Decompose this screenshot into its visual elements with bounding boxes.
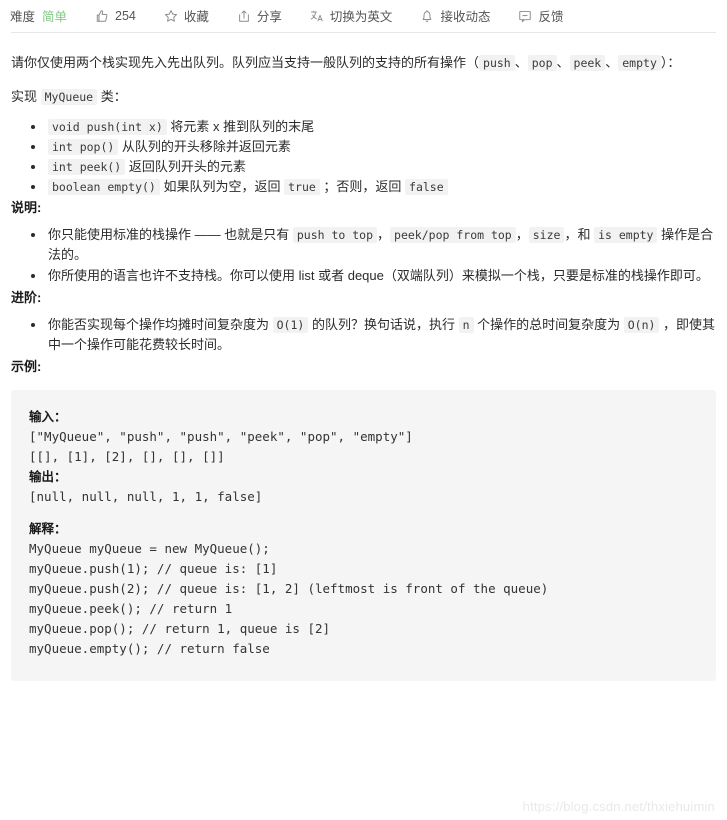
implement-paragraph: 实现 MyQueue 类：: [11, 74, 716, 108]
favorite-label: 收藏: [183, 10, 209, 24]
star-icon: [164, 9, 178, 23]
likes-count: 254: [115, 8, 136, 23]
list-item: 你只能使用标准的栈操作 —— 也就是只有 push to top，peek/po…: [46, 225, 716, 265]
example-heading: 示例:: [11, 359, 42, 374]
explain-line: myQueue.push(1); // queue is: [1]: [29, 561, 278, 576]
code-myqueue: MyQueue: [40, 89, 98, 105]
intro-paragraph: 请你仅使用两个栈实现先入先出队列。队列应当支持一般队列的支持的所有操作（ push…: [11, 33, 716, 74]
method-signature: void push(int x): [48, 119, 167, 135]
method-description-b: ；否则，返回: [319, 179, 406, 194]
list-item: int peek() 返回队列开头的元素: [46, 157, 716, 177]
note-text-a: 你只能使用标准的栈操作 —— 也就是只有: [48, 227, 293, 242]
intro-sep2: 、: [556, 55, 570, 70]
switch-language-button[interactable]: 切换为英文: [310, 6, 393, 25]
method-description-a: 如果队列为空，返回: [159, 179, 285, 194]
switch-language-label: 切换为英文: [329, 10, 393, 24]
code-is-empty: is empty: [594, 227, 658, 243]
method-description: 将元素 x 推到队列的末尾: [166, 119, 315, 134]
list-item: 你能否实现每个操作均摊时间复杂度为 O(1) 的队列？换句话说，执行 n 个操作…: [46, 315, 716, 355]
problem-description: 请你仅使用两个栈实现先入先出队列。队列应当支持一般队列的支持的所有操作（ push…: [0, 33, 727, 375]
intro-sep3: 、: [605, 55, 619, 70]
problem-toolbar: 难度 简单 254 收藏 分享 切换为英文 接收动态 反馈: [0, 0, 727, 28]
intro-sep1: 、: [514, 55, 528, 70]
input-label: 输入：: [29, 409, 67, 424]
share-button[interactable]: 分享: [237, 6, 282, 25]
example-code-block: 输入： ["MyQueue", "push", "push", "peek", …: [11, 390, 716, 681]
code-push-to-top: push to top: [292, 227, 378, 243]
list-item: boolean empty() 如果队列为空，返回 true ；否则，返回 fa…: [46, 177, 716, 197]
adv-text-b: 的队列？换句话说，执行: [308, 317, 459, 332]
method-signature: boolean empty(): [48, 179, 160, 195]
note-sep-b: ，: [515, 227, 529, 242]
input-line: ["MyQueue", "push", "push", "peek", "pop…: [29, 429, 413, 444]
code-n: n: [458, 317, 474, 333]
explain-label: 解释：: [29, 521, 67, 536]
implement-prefix: 实现: [11, 89, 41, 104]
code-peek: peek: [569, 55, 606, 71]
explain-line: myQueue.push(2); // queue is: [1, 2] (le…: [29, 581, 549, 596]
output-label: 输出：: [29, 469, 67, 484]
list-item: 你所使用的语言也许不支持栈。你可以使用 list 或者 deque（双端队列）来…: [46, 266, 716, 286]
method-list: void push(int x) 将元素 x 推到队列的末尾 int pop()…: [11, 117, 716, 197]
note-sep-a: ，: [377, 227, 391, 242]
code-on: O(n): [623, 317, 660, 333]
adv-text-a: 你能否实现每个操作均摊时间复杂度为: [48, 317, 273, 332]
code-pop: pop: [527, 55, 557, 71]
subscribe-button[interactable]: 接收动态: [420, 6, 490, 25]
implement-suffix: 类：: [97, 89, 127, 104]
advanced-list: 你能否实现每个操作均摊时间复杂度为 O(1) 的队列？换句话说，执行 n 个操作…: [11, 315, 716, 355]
notes-heading: 说明:: [11, 200, 42, 215]
feedback-icon: [518, 9, 532, 23]
code-size: size: [528, 227, 565, 243]
notes-list: 你只能使用标准的栈操作 —— 也就是只有 push to top，peek/po…: [11, 225, 716, 286]
explain-line: myQueue.pop(); // return 1, queue is [2]: [29, 621, 331, 636]
feedback-button[interactable]: 反馈: [518, 6, 563, 25]
code-peek-pop-from-top: peek/pop from top: [390, 227, 516, 243]
advanced-heading: 进阶:: [11, 290, 42, 305]
likes-button[interactable]: 254: [95, 9, 136, 23]
explain-line: myQueue.peek(); // return 1: [29, 601, 233, 616]
method-description: 从队列的开头移除并返回元素: [118, 139, 291, 154]
code-empty: empty: [618, 55, 661, 71]
output-line: [null, null, null, 1, 1, false]: [29, 489, 263, 504]
explain-line: myQueue.empty(); // return false: [29, 641, 270, 656]
list-item: void push(int x) 将元素 x 推到队列的末尾: [46, 117, 716, 137]
code-push: push: [479, 55, 515, 71]
intro-text-part2: ）：: [660, 55, 681, 70]
difficulty-group: 难度 简单: [10, 6, 67, 25]
code-true: true: [284, 179, 320, 195]
intro-text-part1: 请你仅使用两个栈实现先入先出队列。队列应当支持一般队列的支持的所有操作（: [11, 55, 480, 70]
share-icon: [237, 9, 251, 23]
method-signature: int pop(): [48, 139, 119, 155]
thumbs-up-icon: [95, 9, 109, 23]
input-line: [[], [1], [2], [], [], []]: [29, 449, 225, 464]
method-signature: int peek(): [48, 159, 126, 175]
favorite-button[interactable]: 收藏: [164, 6, 209, 25]
watermark: https://blog.csdn.net/thxiehuimin: [522, 799, 715, 814]
translate-icon: [310, 9, 324, 23]
subscribe-label: 接收动态: [440, 10, 491, 24]
code-o1: O(1): [272, 317, 309, 333]
share-label: 分享: [256, 10, 282, 24]
code-spacer: [29, 507, 698, 519]
bell-icon: [420, 9, 434, 23]
feedback-label: 反馈: [538, 10, 564, 24]
difficulty-value: 简单: [42, 10, 68, 24]
method-description: 返回队列开头的元素: [125, 159, 246, 174]
note-sep-c: ，和: [564, 227, 595, 242]
adv-text-c: 个操作的总时间复杂度为: [473, 317, 624, 332]
code-false: false: [405, 179, 448, 195]
list-item: int pop() 从队列的开头移除并返回元素: [46, 137, 716, 157]
explain-line: MyQueue myQueue = new MyQueue();: [29, 541, 270, 556]
difficulty-label: 难度: [10, 10, 36, 24]
